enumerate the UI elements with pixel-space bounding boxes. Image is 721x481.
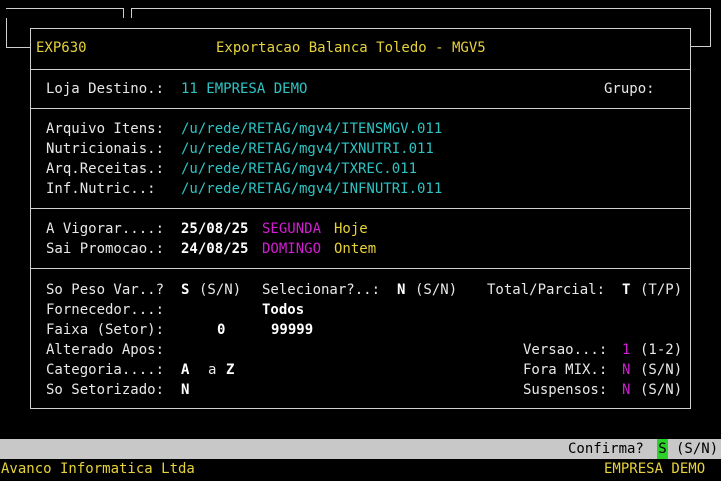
total-parcial-label: Total/Parcial:: [487, 282, 606, 298]
versao-field[interactable]: 1: [622, 340, 630, 360]
company-name: Avanco Informatica Ltda: [1, 461, 195, 477]
setorizado-label: So Setorizado:: [46, 382, 165, 398]
confirm-field[interactable]: S: [657, 439, 668, 459]
total-parcial-field[interactable]: T: [622, 280, 630, 300]
promocao-relative: Ontem: [334, 241, 377, 257]
confirm-label: Confirma?: [568, 441, 644, 457]
frame-tick: [131, 8, 132, 18]
file-label: Nutricionais.:: [46, 141, 165, 157]
box-top: [30, 28, 691, 29]
total-parcial-hint: (T/P): [640, 282, 683, 298]
suspensos-hint: (S/N): [640, 382, 683, 398]
confirm-hint: (S/N): [676, 441, 719, 457]
file-field-nutricionais[interactable]: /u/rede/RETAG/mgv4/TXNUTRI.011: [181, 139, 434, 159]
setorizado-field[interactable]: N: [181, 380, 189, 400]
box-left: [30, 28, 31, 409]
file-field-receitas[interactable]: /u/rede/RETAG/mgv4/TXREC.011: [181, 159, 417, 179]
faixa-to-field[interactable]: 99999: [271, 320, 313, 340]
selecionar-label: Selecionar?..:: [262, 282, 381, 298]
so-peso-hint: (S/N): [199, 282, 242, 298]
frame-tick: [123, 8, 124, 18]
vigorar-date-field[interactable]: 25/08/25: [181, 219, 248, 239]
page-title: Exportacao Balanca Toledo - MGV5: [216, 40, 486, 56]
frame-top-left: [6, 8, 124, 9]
faixa-label: Faixa (Setor):: [46, 322, 165, 338]
selecionar-hint: (S/N): [415, 282, 458, 298]
separator: [30, 69, 691, 70]
suspensos-label: Suspensos:: [523, 382, 608, 398]
frame-right: [710, 8, 711, 46]
program-code: EXP630: [36, 40, 87, 56]
alterado-label: Alterado Apos:: [46, 342, 165, 358]
so-peso-field[interactable]: S: [181, 280, 189, 300]
promocao-label: Sai Promocao.:: [46, 241, 165, 257]
suspensos-field[interactable]: N: [622, 380, 630, 400]
file-field-infnutric[interactable]: /u/rede/RETAG/mgv4/INFNUTRI.011: [181, 179, 442, 199]
grupo-label: Grupo:: [604, 81, 655, 97]
separator: [30, 208, 691, 209]
categoria-from-field[interactable]: A: [181, 360, 189, 380]
frame-left: [6, 18, 7, 48]
box-bottom: [30, 408, 691, 409]
frame-left-link: [6, 47, 31, 48]
faixa-from-field[interactable]: 0: [217, 320, 225, 340]
fora-mix-field[interactable]: N: [622, 360, 630, 380]
box-right: [690, 28, 691, 409]
categoria-to-field[interactable]: Z: [226, 360, 234, 380]
separator: [30, 268, 691, 269]
loja-field[interactable]: 11 EMPRESA DEMO: [181, 79, 307, 99]
versao-label: Versao...:: [523, 342, 608, 358]
file-field-itens[interactable]: /u/rede/RETAG/mgv4/ITENSMGV.011: [181, 119, 442, 139]
file-label: Arq.Receitas.:: [46, 161, 165, 177]
frame-top-right: [131, 8, 711, 9]
vigorar-weekday: SEGUNDA: [262, 221, 322, 237]
selecionar-field[interactable]: N: [397, 280, 405, 300]
frame-right-link: [690, 46, 711, 47]
promocao-weekday: DOMINGO: [262, 241, 322, 257]
fornecedor-label: Fornecedor...:: [46, 302, 165, 318]
vigorar-label: A Vigorar....:: [46, 221, 165, 237]
categoria-label: Categoria....:: [46, 362, 165, 378]
fora-mix-hint: (S/N): [640, 362, 683, 378]
loja-label: Loja Destino.:: [46, 81, 165, 97]
categoria-sep: a: [208, 362, 217, 378]
client-name: EMPRESA DEMO: [604, 461, 706, 477]
file-label: Inf.Nutric..:: [46, 181, 156, 197]
file-label: Arquivo Itens:: [46, 121, 165, 137]
so-peso-label: So Peso Var..?: [46, 282, 165, 298]
promocao-date-field[interactable]: 24/08/25: [181, 239, 248, 259]
fora-mix-label: Fora MIX.:: [523, 362, 608, 378]
fornecedor-field[interactable]: Todos: [262, 300, 304, 320]
vigorar-relative: Hoje: [334, 221, 368, 237]
separator: [30, 108, 691, 109]
versao-hint: (1-2): [640, 342, 683, 358]
